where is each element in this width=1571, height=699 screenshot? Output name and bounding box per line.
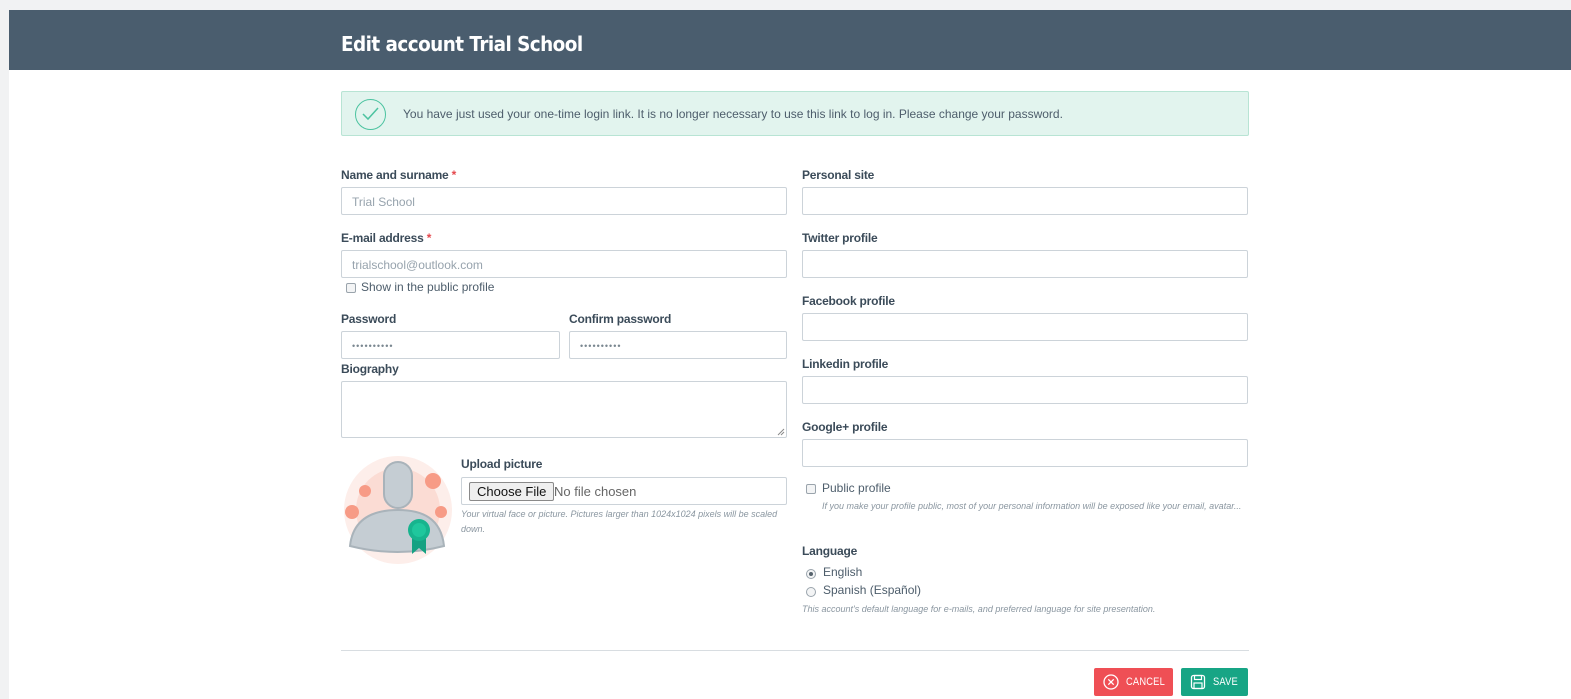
save-button-label: SAVE	[1213, 676, 1238, 688]
name-input[interactable]: Trial School	[341, 187, 787, 215]
personal-site-input[interactable]	[802, 187, 1248, 215]
resize-grip-icon[interactable]	[777, 428, 785, 436]
password-input[interactable]: ••••••••••	[341, 331, 560, 359]
language-radio-spanish[interactable]	[806, 587, 816, 597]
biography-textarea[interactable]	[341, 381, 787, 438]
language-radio-english[interactable]	[806, 569, 816, 579]
cancel-button-label: CANCEL	[1126, 676, 1165, 688]
success-alert: You have just used your one-time login l…	[341, 91, 1249, 136]
file-input[interactable]: Choose File No file chosen	[461, 477, 787, 505]
show-public-checkbox[interactable]	[346, 283, 356, 293]
biography-label: Biography	[341, 362, 399, 376]
avatar-placeholder-icon	[344, 456, 452, 564]
upload-help-text: Your virtual face or picture. Pictures l…	[461, 509, 778, 534]
check-circle-icon	[355, 99, 386, 130]
cancel-button[interactable]: CANCEL	[1094, 668, 1173, 696]
upload-picture-label: Upload picture	[461, 457, 543, 471]
confirm-password-label: Confirm password	[569, 312, 672, 326]
language-label: Language	[802, 544, 858, 558]
language-option-english: English	[823, 565, 863, 579]
public-profile-help-text: If you make your profile public, most of…	[822, 501, 1242, 511]
confirm-password-input[interactable]: ••••••••••	[569, 331, 787, 359]
cancel-circle-icon	[1103, 674, 1119, 690]
public-profile-checkbox[interactable]	[806, 484, 816, 494]
email-input[interactable]: trialschool@outlook.com	[341, 250, 787, 278]
twitter-label: Twitter profile	[802, 231, 878, 245]
page: Edit account Trial School You have just …	[9, 10, 1571, 699]
twitter-input[interactable]	[802, 250, 1248, 278]
facebook-label: Facebook profile	[802, 294, 895, 308]
public-profile-label: Public profile	[822, 481, 891, 495]
email-label: E-mail address *	[341, 231, 432, 245]
header-bar: Edit account Trial School	[9, 10, 1571, 70]
linkedin-label: Linkedin profile	[802, 357, 889, 371]
personal-site-label: Personal site	[802, 168, 875, 182]
facebook-input[interactable]	[802, 313, 1248, 341]
alert-message: You have just used your one-time login l…	[403, 107, 1063, 121]
form-divider	[341, 650, 1249, 651]
save-button[interactable]: SAVE	[1181, 668, 1248, 696]
name-label: Name and surname *	[341, 168, 457, 182]
choose-file-button[interactable]: Choose File	[469, 482, 555, 501]
linkedin-input[interactable]	[802, 376, 1248, 404]
googleplus-input[interactable]	[802, 439, 1248, 467]
file-status: No file chosen	[554, 484, 637, 499]
show-public-label: Show in the public profile	[361, 280, 495, 294]
googleplus-label: Google+ profile	[802, 420, 888, 434]
floppy-disk-icon	[1190, 674, 1206, 690]
page-title: Edit account Trial School	[341, 32, 583, 56]
password-label: Password	[341, 312, 397, 326]
language-option-spanish: Spanish (Español)	[823, 583, 922, 597]
language-help-text: This account's default language for e-ma…	[802, 604, 1156, 614]
